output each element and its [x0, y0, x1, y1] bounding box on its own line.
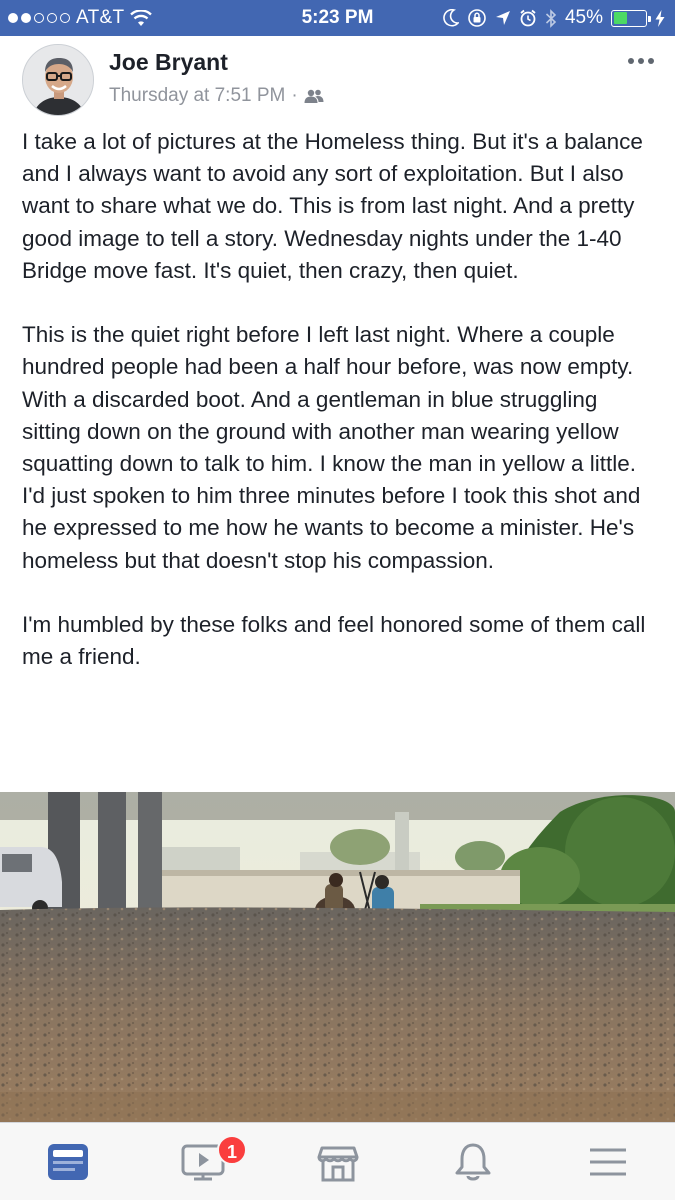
alarm-icon [520, 9, 536, 27]
news-feed-icon [47, 1143, 88, 1180]
moon-icon [443, 9, 459, 27]
status-bar: AT&T 5:23 PM 45% [0, 0, 675, 36]
marketplace-icon [317, 1146, 358, 1181]
post-paragraph: I take a lot of pictures at the Homeless… [22, 129, 643, 283]
battery-percent: 45% [564, 7, 603, 28]
notifications-bell-icon [455, 1143, 490, 1180]
post-timestamp[interactable]: Thursday at 7:51 PM [109, 85, 285, 107]
more-options-icon[interactable] [628, 58, 654, 64]
tab-menu[interactable] [540, 1123, 675, 1200]
post-text: I take a lot of pictures at the Homeless… [22, 126, 662, 706]
tab-news-feed[interactable] [0, 1123, 135, 1200]
battery-level [613, 12, 628, 24]
author-avatar[interactable] [22, 44, 94, 116]
post-photo[interactable] [0, 792, 675, 1122]
orientation-lock-icon [468, 9, 486, 27]
tab-video[interactable]: 1 [135, 1123, 270, 1200]
charging-icon [655, 9, 665, 27]
post-paragraph: This is the quiet right before I left la… [22, 322, 641, 573]
battery-icon [611, 9, 651, 27]
post-meta: Thursday at 7:51 PM · [109, 85, 324, 107]
location-icon [495, 11, 510, 25]
status-right: 45% [443, 7, 665, 29]
post-paragraph: I'm humbled by these folks and feel hono… [22, 612, 646, 670]
post-header: Joe Bryant Thursday at 7:51 PM · [22, 44, 662, 116]
bottom-tab-bar: 1 [0, 1122, 675, 1200]
meta-separator: · [291, 85, 298, 106]
author-name[interactable]: Joe Bryant [109, 49, 228, 76]
bluetooth-icon [545, 8, 557, 28]
friends-icon[interactable] [304, 88, 324, 104]
avatar-photo [23, 45, 93, 115]
video-notification-badge: 1 [217, 1135, 247, 1165]
tab-marketplace[interactable] [270, 1123, 405, 1200]
tab-notifications[interactable] [405, 1123, 540, 1200]
menu-icon [589, 1148, 626, 1175]
under-bridge-photo [0, 792, 675, 1122]
